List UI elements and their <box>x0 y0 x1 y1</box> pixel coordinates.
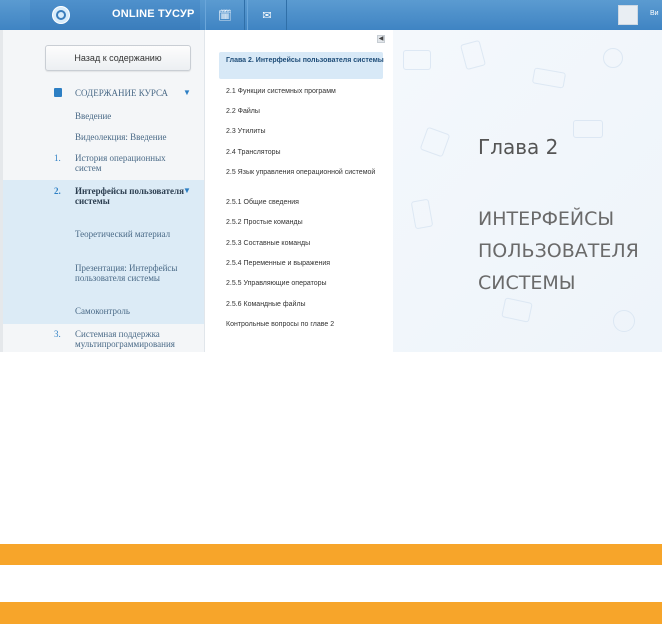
top-bar: ONLINE ТУСУР 🗓 ✉ Ви <box>0 0 662 31</box>
doodle-shape <box>531 67 567 89</box>
toc-item[interactable]: 2.5.2 Простые команды <box>226 219 386 227</box>
doodle-shape <box>419 126 451 158</box>
sidebar-item-label: Самоконтроль <box>75 306 130 316</box>
toc-item[interactable]: Контрольные вопросы по главе 2 <box>226 321 386 329</box>
sidebar-item-number: 1. <box>54 153 61 163</box>
doodle-shape <box>603 48 623 68</box>
toc-item[interactable]: 2.1 Функции системных программ <box>226 88 386 96</box>
sidebar-item-label: История операционных систем <box>75 153 166 173</box>
toc-item[interactable]: Глава 2. Интерфейсы пользователя системы <box>226 57 386 65</box>
orange-band-top <box>0 544 662 565</box>
chevron-down-icon[interactable]: ▼ <box>183 88 191 97</box>
mail-button[interactable]: ✉ <box>247 0 287 30</box>
toc-item[interactable]: 2.5.1 Общие сведения <box>226 199 386 207</box>
sidebar-item-label: Презентация: Интерфейсы пользователя сис… <box>75 263 178 283</box>
toc-item[interactable]: 2.5 Язык управления операционной системо… <box>226 169 386 177</box>
brand-title: ONLINE ТУСУР <box>112 8 195 20</box>
calendar-icon: 🗓 <box>218 8 232 22</box>
toc-item[interactable]: 2.5.3 Составные команды <box>226 240 386 248</box>
back-to-contents-button[interactable]: Назад к содержанию <box>45 45 191 71</box>
doodle-shape <box>501 297 533 323</box>
brand-block[interactable]: ONLINE ТУСУР <box>30 0 200 30</box>
user-name[interactable]: Ви <box>650 10 659 17</box>
chevron-down-icon[interactable]: ▼ <box>183 186 191 195</box>
sidebar-item-label: Системная поддержка мультипрограммирован… <box>75 329 175 349</box>
doodle-shape <box>403 50 431 70</box>
toc-item[interactable]: 2.2 Файлы <box>226 108 386 116</box>
doodle-shape <box>613 310 635 332</box>
avatar[interactable] <box>618 5 638 25</box>
doodle-shape <box>410 198 434 230</box>
doodle-shape <box>573 120 603 138</box>
mail-icon: ✉ <box>262 8 272 22</box>
book-icon <box>54 88 62 97</box>
toc-item[interactable]: 2.3 Утилиты <box>226 128 386 136</box>
sidebar-item-number: 3. <box>54 329 61 339</box>
sidebar-item-label: Введение <box>75 111 112 121</box>
collapse-toc-button[interactable]: ◀ <box>377 35 385 43</box>
toc-item[interactable]: 2.5.5 Управляющие операторы <box>226 280 386 288</box>
toc-item[interactable]: 2.5.4 Переменные и выражения <box>226 260 386 268</box>
slide-title: Глава 2 <box>478 135 559 159</box>
doodle-shape <box>459 39 487 71</box>
sidebar-item-label: Интерфейсы пользователя системы <box>75 186 184 206</box>
slide-area <box>393 30 662 352</box>
slide-subtitle: ИНТЕРФЕЙСЫ ПОЛЬЗОВАТЕЛЯ СИСТЕМЫ <box>478 208 639 294</box>
contents-label: СОДЕРЖАНИЕ КУРСА <box>75 88 169 98</box>
sidebar-item-number: 2. <box>54 186 61 196</box>
toc-item[interactable]: 2.5.6 Командные файлы <box>226 301 386 309</box>
sidebar-item-label: Видеолекция: Введение <box>75 132 167 142</box>
logo-icon <box>52 6 70 24</box>
calendar-button[interactable]: 🗓 <box>205 0 245 30</box>
orange-band-bottom <box>0 602 662 624</box>
sidebar-item-label: Теоретический материал <box>75 229 171 239</box>
toc-item[interactable]: 2.4 Трансляторы <box>226 149 386 157</box>
